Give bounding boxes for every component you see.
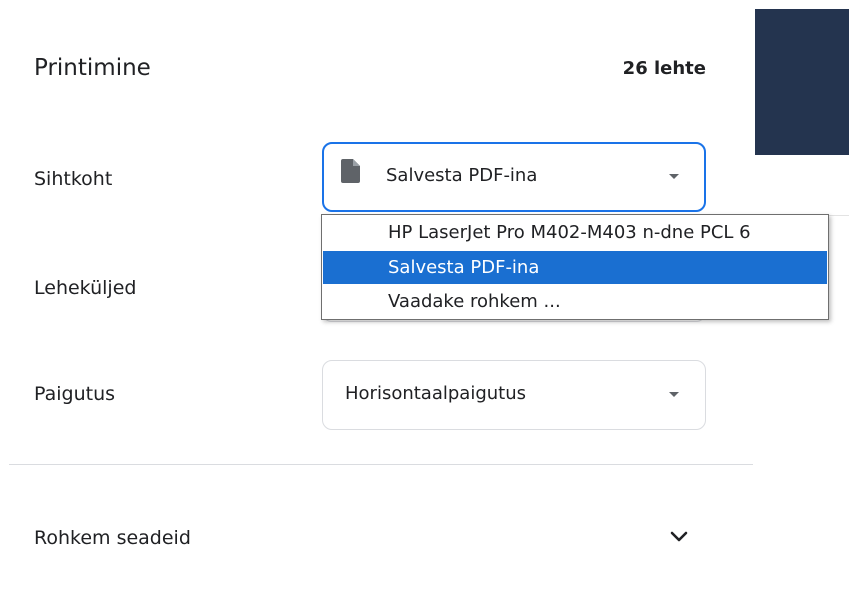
layout-label: Paigutus [34, 383, 116, 405]
section-divider [9, 464, 753, 465]
dropdown-option-save-as-pdf[interactable]: Salvesta PDF-ina [323, 251, 827, 284]
dropdown-arrow-icon [669, 392, 679, 397]
destination-dropdown-list: HP LaserJet Pro M402-M403 n-dne PCL 6 Sa… [321, 214, 829, 320]
more-settings-label: Rohkem seadeid [34, 527, 191, 549]
destination-value: Salvesta PDF-ina [386, 165, 538, 186]
layout-select[interactable]: Horisontaalpaigutus [322, 360, 706, 430]
dropdown-arrow-icon [669, 174, 679, 179]
document-icon [341, 159, 360, 183]
print-preview-page [755, 9, 849, 155]
layout-value: Horisontaalpaigutus [345, 383, 527, 404]
dropdown-option-hp-printer[interactable]: HP LaserJet Pro M402-M403 n-dne PCL 6 [323, 216, 827, 249]
page-title: Printimine [34, 55, 151, 81]
destination-label: Sihtkoht [34, 168, 113, 190]
more-settings-toggle[interactable]: Rohkem seadeid [0, 505, 753, 575]
pages-label: Leheküljed [34, 277, 137, 299]
dropdown-option-see-more[interactable]: Vaadake rohkem ... [323, 285, 827, 318]
sheet-count: 26 lehte [622, 58, 706, 79]
print-dialog: Printimine 26 lehte Sihtkoht Salvesta PD… [0, 0, 849, 603]
chevron-down-icon [670, 531, 688, 542]
destination-select[interactable]: Salvesta PDF-ina [322, 142, 706, 212]
